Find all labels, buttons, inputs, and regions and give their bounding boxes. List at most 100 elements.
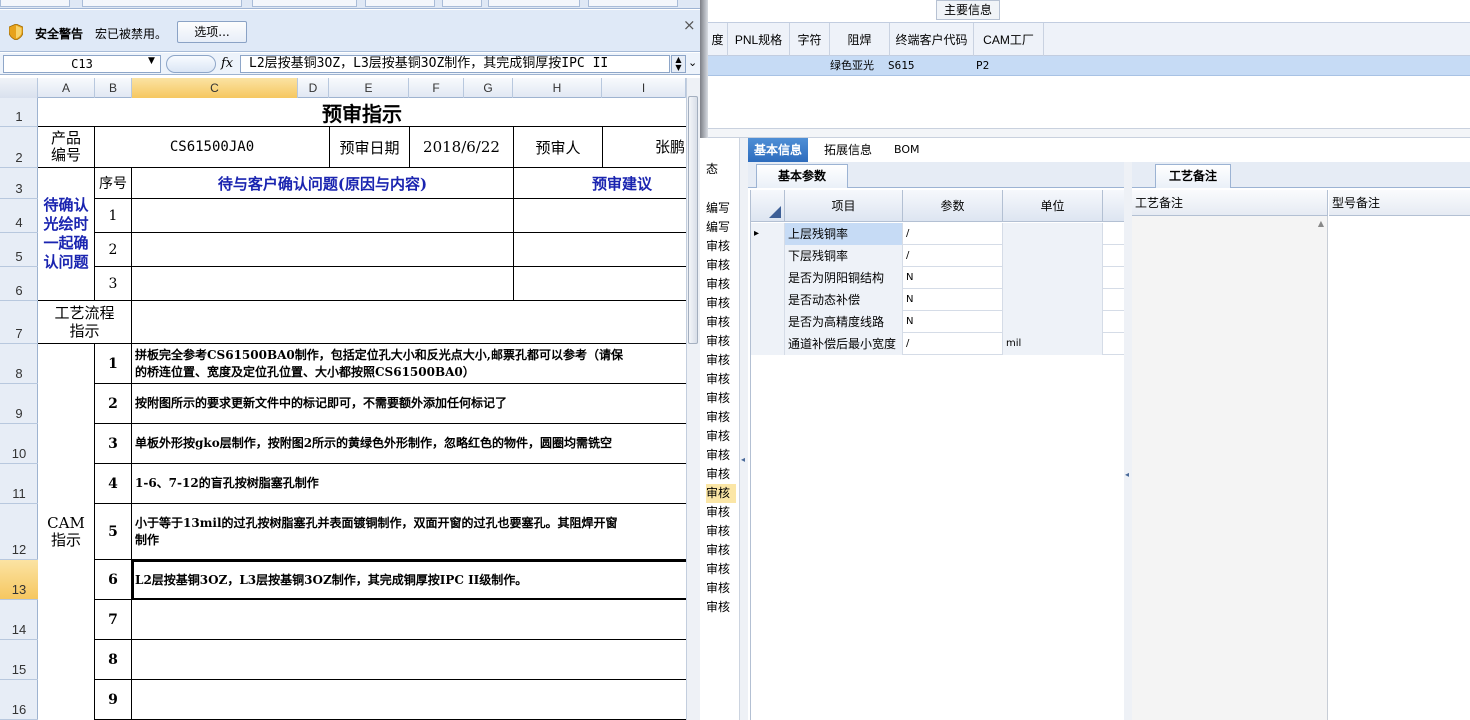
dropdown-arrow-icon[interactable]: ▼: [148, 56, 155, 66]
audit-item[interactable]: 审核: [706, 579, 736, 598]
cam-label[interactable]: CAM 指示: [38, 344, 95, 720]
params-row[interactable]: 是否动态补偿 N: [751, 289, 1125, 311]
row-header[interactable]: 15: [0, 640, 38, 680]
process-label[interactable]: 工艺流程 指示: [38, 301, 132, 344]
sheet-title[interactable]: 预审指示: [38, 98, 686, 127]
ribbon-tab[interactable]: [442, 0, 482, 7]
audit-item[interactable]: 审核: [706, 389, 736, 408]
close-icon[interactable]: ×: [683, 16, 696, 34]
params-cell-unit[interactable]: [1003, 311, 1103, 333]
cam-seq[interactable]: 2: [95, 384, 132, 424]
params-cell-unit[interactable]: [1003, 245, 1103, 267]
grid-row-selected[interactable]: 绿色亚光 S615 P2: [708, 56, 1470, 76]
issue-cell[interactable]: [132, 199, 514, 233]
row-header[interactable]: 4: [0, 199, 38, 233]
row-header[interactable]: 14: [0, 600, 38, 640]
tab-basic-params[interactable]: 基本参数: [756, 164, 848, 188]
column-header[interactable]: I: [602, 78, 686, 98]
reviewer-value[interactable]: 张鹏: [603, 127, 686, 168]
params-cell-item[interactable]: 是否动态补偿: [785, 289, 903, 311]
cam-seq[interactable]: 3: [95, 424, 132, 464]
formula-input[interactable]: L2层按基铜3OZ，L3层按基铜3OZ制作，其完成铜厚按IPC II: [240, 55, 670, 73]
suggestion-cell[interactable]: [514, 199, 686, 233]
suggestion-header[interactable]: 预审建议: [514, 168, 686, 199]
product-no-label[interactable]: 产品 编号: [38, 127, 95, 168]
row-header[interactable]: 6: [0, 267, 38, 301]
scroll-up-icon[interactable]: ▲: [1318, 219, 1324, 228]
model-note-textarea[interactable]: [1329, 216, 1470, 720]
issue-cell[interactable]: [132, 233, 514, 267]
vertical-splitter[interactable]: [740, 138, 748, 720]
ribbon-tab[interactable]: [82, 0, 242, 7]
cam-seq[interactable]: 9: [95, 680, 132, 720]
tab-extended-info[interactable]: 拓展信息: [818, 138, 878, 162]
column-header[interactable]: D: [298, 78, 329, 98]
cam-step[interactable]: 拼板完全参考CS61500BA0制作，包括定位孔大小和反光点大小,邮票孔都可以参…: [132, 344, 686, 384]
confirm-seq[interactable]: 3: [95, 267, 132, 301]
row-header[interactable]: 13: [0, 560, 38, 600]
params-cell-param[interactable]: /: [903, 223, 1003, 245]
options-button[interactable]: 选项...: [177, 21, 247, 43]
audit-item[interactable]: 审核: [706, 332, 736, 351]
cam-seq[interactable]: 6: [95, 560, 132, 600]
params-cell-unit[interactable]: [1003, 267, 1103, 289]
grid-column-header[interactable]: 阻焊: [830, 23, 890, 57]
audit-item[interactable]: 审核: [706, 560, 736, 579]
vertical-splitter[interactable]: [1124, 162, 1132, 720]
audit-item[interactable]: 审核: [706, 351, 736, 370]
params-cell-param[interactable]: N: [903, 267, 1003, 289]
suggestion-cell[interactable]: [514, 233, 686, 267]
params-cell-unit[interactable]: [1003, 223, 1103, 245]
params-cell-item[interactable]: 是否为阴阳铜结构: [785, 267, 903, 289]
tab-bom[interactable]: BOM: [888, 138, 926, 162]
cam-step-selected[interactable]: L2层按基铜3OZ，L3层按基铜3OZ制作，其完成铜厚按IPC II级制作。: [132, 560, 686, 600]
row-header[interactable]: 1: [0, 98, 38, 127]
params-cell-item[interactable]: 是否为高精度线路: [785, 311, 903, 333]
column-header[interactable]: F: [409, 78, 464, 98]
audit-item[interactable]: 审核: [706, 427, 736, 446]
tab-craft-notes[interactable]: 工艺备注: [1155, 164, 1231, 188]
row-header[interactable]: 11: [0, 464, 38, 504]
audit-item[interactable]: 审核: [706, 256, 736, 275]
formula-scroll-icon[interactable]: ▲ ▼: [671, 55, 686, 73]
audit-item[interactable]: 审核: [706, 465, 736, 484]
review-date-label[interactable]: 预审日期: [330, 127, 410, 168]
function-icon[interactable]: fx: [221, 56, 233, 71]
issue-header[interactable]: 待与客户确认问题(原因与内容): [132, 168, 514, 199]
confirm-issues-label[interactable]: 待确认 光绘时 一起确 认问题: [38, 168, 95, 301]
audit-item[interactable]: 审核: [706, 484, 736, 503]
row-header[interactable]: 12: [0, 504, 38, 560]
column-header[interactable]: E: [329, 78, 409, 98]
issue-cell[interactable]: [132, 267, 514, 301]
cam-step[interactable]: 1-6、7-12的盲孔按树脂塞孔制作: [132, 464, 686, 504]
row-header[interactable]: 3: [0, 168, 38, 199]
params-cell-param[interactable]: N: [903, 289, 1003, 311]
column-header[interactable]: A: [38, 78, 95, 98]
name-box[interactable]: C13: [3, 55, 161, 73]
params-cell-param[interactable]: /: [903, 333, 1003, 355]
params-cell-item[interactable]: 上层残铜率: [785, 223, 903, 245]
column-header[interactable]: G: [464, 78, 513, 98]
audit-item[interactable]: 审核: [706, 408, 736, 427]
params-row[interactable]: 是否为阴阳铜结构 N: [751, 267, 1125, 289]
params-row[interactable]: 是否为高精度线路 N: [751, 311, 1125, 333]
reviewer-label[interactable]: 预审人: [514, 127, 603, 168]
column-header[interactable]: C: [132, 78, 298, 98]
select-all-corner[interactable]: [0, 78, 38, 98]
params-cell-unit[interactable]: [1003, 289, 1103, 311]
formula-controls[interactable]: [166, 55, 216, 73]
product-no-value[interactable]: CS61500JA0: [95, 127, 330, 168]
column-header[interactable]: B: [95, 78, 132, 98]
audit-item[interactable]: 审核: [706, 598, 736, 617]
audit-item[interactable]: 审核: [706, 370, 736, 389]
grid-column-header[interactable]: PNL规格: [728, 23, 790, 57]
grid-column-header[interactable]: CAM工厂: [974, 23, 1044, 57]
audit-item[interactable]: 审核: [706, 541, 736, 560]
params-cell-item[interactable]: 下层残铜率: [785, 245, 903, 267]
expand-formula-icon[interactable]: ⌄: [688, 56, 697, 69]
cam-seq[interactable]: 5: [95, 504, 132, 560]
craft-note-textarea[interactable]: ▲: [1132, 216, 1328, 720]
row-header[interactable]: 7: [0, 301, 38, 344]
collapse-arrow-icon[interactable]: ◂: [741, 455, 745, 464]
collapse-arrow-icon[interactable]: ◂: [1125, 470, 1129, 479]
